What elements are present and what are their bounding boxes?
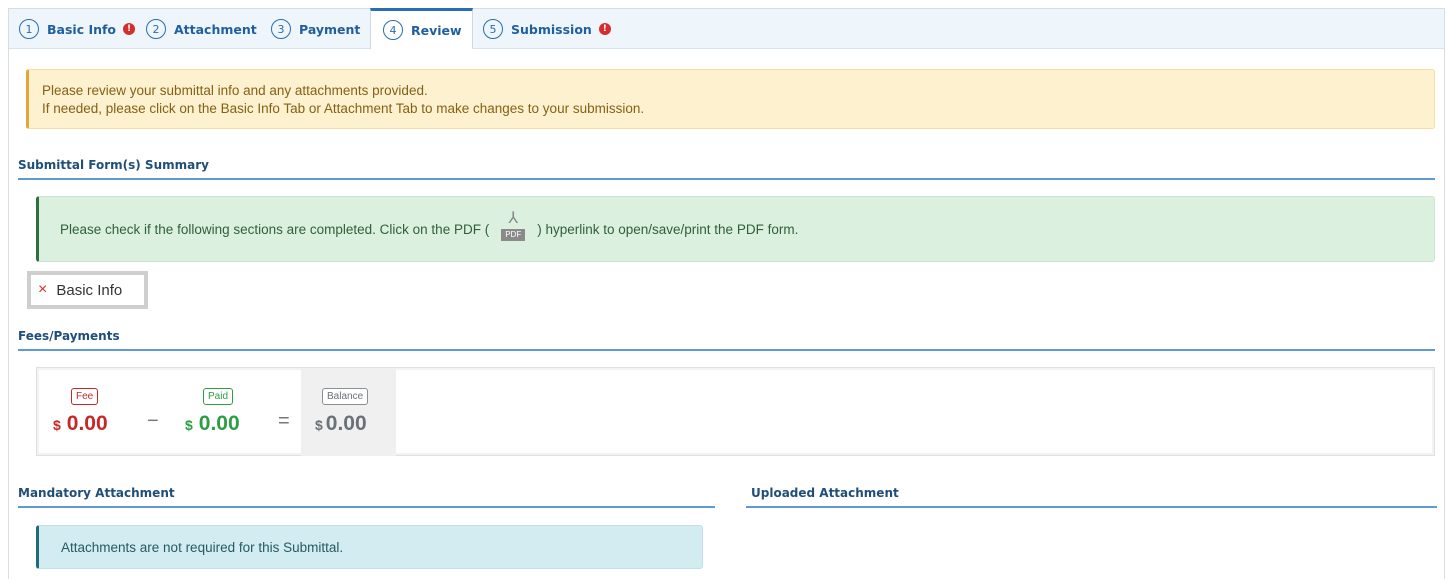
fee-summary-box: Fee $0.00 − Paid $0.00 = Balance $0.00 [36,367,1435,456]
review-warning-alert: Please review your submittal info and an… [26,69,1435,129]
uploaded-attachment-title: Uploaded Attachment [751,486,899,500]
acrobat-icon: ⅄ [508,210,519,227]
tab-basic-info[interactable]: 1 Basic Info ! [19,9,136,49]
section-divider [746,506,1437,508]
paid-badge: Paid [203,388,234,405]
paid-amount: $0.00 [185,412,240,436]
fee-value: 0.00 [66,412,108,435]
error-icon: ! [598,23,611,35]
section-status-label: Basic Info [56,281,123,299]
step-number-badge: 4 [383,20,403,40]
tab-label: Payment [299,21,361,37]
tab-review[interactable]: 4 Review [370,8,473,49]
step-number-badge: 5 [483,19,503,39]
paid-value: 0.00 [198,412,240,435]
equals-operator: = [278,410,290,432]
warning-line-1: Please review your submittal info and an… [42,83,428,98]
step-number-badge: 2 [146,19,166,39]
review-panel: 1 Basic Info ! 2 Attachment 3 Payment 4 … [8,8,1445,579]
pdf-label: PDF [501,229,526,241]
incomplete-x-icon: × [38,281,48,298]
balance-currency: $ [315,417,323,433]
step-number-badge: 1 [19,19,39,39]
fees-payments-title: Fees/Payments [18,329,120,343]
section-divider [18,506,715,508]
fee-amount: $0.00 [53,412,108,436]
tab-attachment[interactable]: 2 Attachment [146,9,257,49]
wizard-tabs: 1 Basic Info ! 2 Attachment 3 Payment 4 … [9,8,1444,49]
fee-badge: Fee [71,388,99,405]
minus-operator: − [147,410,159,432]
pdf-instruction-alert: Please check if the following sections a… [36,196,1435,262]
section-divider [18,349,1435,351]
instruction-text-before: Please check if the following sections a… [60,221,490,237]
mandatory-attachment-title: Mandatory Attachment [18,486,175,500]
tab-submission[interactable]: 5 Submission ! [483,9,611,49]
step-number-badge: 3 [271,19,291,39]
instruction-text-after: ) hyperlink to open/save/print the PDF f… [537,221,799,237]
tab-label: Basic Info [47,21,117,37]
fee-currency: $ [53,417,61,433]
attachments-info-alert: Attachments are not required for this Su… [36,525,703,569]
warning-line-2: If needed, please click on the Basic Inf… [42,101,645,116]
tab-payment[interactable]: 3 Payment [271,9,360,49]
balance-value: 0.00 [325,412,367,435]
pdf-icon[interactable]: ⅄ PDF [497,210,529,244]
error-icon: ! [123,23,136,35]
submittal-summary-title: Submittal Form(s) Summary [18,158,209,172]
section-divider [18,178,1435,180]
tab-label: Submission [511,21,592,37]
attachments-info-text: Attachments are not required for this Su… [61,539,344,555]
balance-badge: Balance [322,388,369,405]
tab-label: Attachment [174,21,257,37]
balance-amount: $0.00 [315,412,367,436]
paid-currency: $ [185,417,193,433]
section-status-basic-info[interactable]: × Basic Info [27,271,148,309]
tab-label: Review [411,22,462,38]
